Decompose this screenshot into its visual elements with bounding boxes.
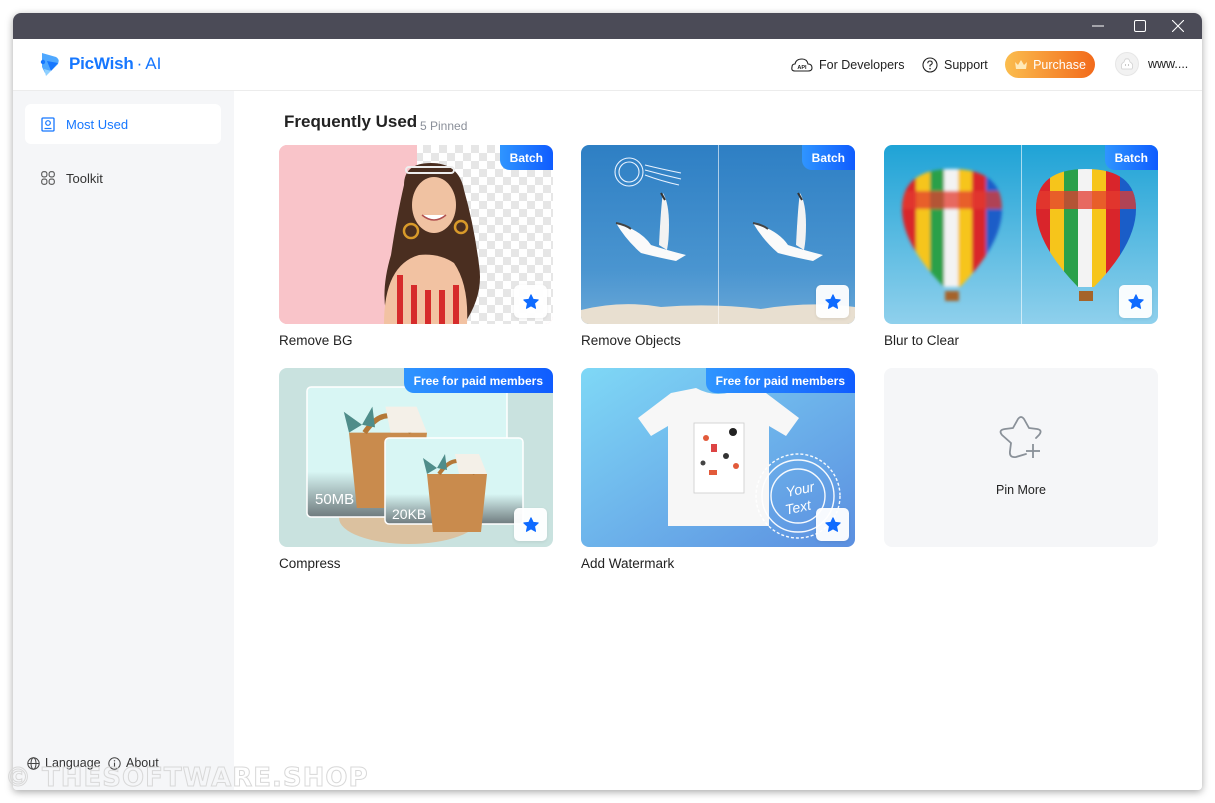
tool-card-remove-bg[interactable]: Batch [279,145,553,324]
sidebar-item-most-used[interactable]: Most Used [25,104,221,144]
compare-divider [718,145,719,324]
section-title: Frequently Used [284,112,418,131]
add-watermark-preview-image: Your Text [581,368,855,547]
unpin-button[interactable] [514,285,547,318]
api-cloud-icon: API [791,58,813,72]
purchase-button[interactable]: Purchase [1005,51,1095,78]
batch-badge: Batch [1104,145,1158,170]
size-after-label: 20KB [392,506,427,522]
members-badge: Free for paid members [705,368,855,393]
maximize-button[interactable] [1121,13,1159,39]
user-account[interactable]: www.... [1115,52,1188,76]
tool-card-compress[interactable]: 50MB 20KB Free for paid members [279,368,553,547]
grid-icon [41,171,55,185]
unpin-button[interactable] [816,285,849,318]
picwish-logo-icon [40,53,59,76]
pinned-count: 5 Pinned [420,119,468,133]
unpin-button[interactable] [816,508,849,541]
brand-separator: · [136,54,143,73]
support-link[interactable]: Support [922,39,988,91]
logo[interactable]: PicWish · AI [39,51,161,77]
compare-divider [1021,145,1022,324]
members-badge: Free for paid members [403,368,553,393]
batch-badge: Batch [499,145,553,170]
tool-card-label: Remove BG [279,333,353,348]
tool-card-add-watermark[interactable]: Your Text Free for paid members [581,368,855,547]
avatar [1115,52,1139,76]
support-label: Support [944,58,988,72]
brand-name: PicWish [69,54,134,73]
unpin-button[interactable] [514,508,547,541]
main-content: Frequently Used 5 Pinned Batch Remove BG… [234,91,1202,790]
sidebar: Most Used Toolkit Language About [13,91,234,790]
sidebar-item-label: Toolkit [66,170,103,186]
app-window: PicWish · AI API For Developers Support … [13,13,1202,790]
tool-card-label: Blur to Clear [884,333,960,348]
watermark-overlay: © THESOFTWARE.SHOP [5,763,369,794]
brand-suffix: AI [145,54,162,73]
close-icon [1172,20,1184,32]
star-filled-icon [522,293,539,309]
star-filled-icon [824,293,841,309]
app-header: PicWish · AI API For Developers Support … [13,39,1202,91]
remove-bg-preview-image [279,145,553,324]
size-before-label: 50MB [315,491,355,508]
avatar-mascot-icon [1120,58,1134,70]
minimize-icon [1092,25,1104,27]
tool-card-label: Add Watermark [581,556,675,571]
close-button[interactable] [1159,13,1197,39]
sidebar-item-toolkit[interactable]: Toolkit [25,158,221,198]
star-filled-icon [1127,293,1144,309]
tool-card-label: Compress [279,556,341,571]
question-circle-icon [922,57,938,73]
tool-card-label: Remove Objects [581,333,681,348]
svg-text:API: API [797,65,807,71]
user-name: www.... [1148,57,1189,71]
sidebar-item-label: Most Used [66,116,129,132]
minimize-button[interactable] [1079,13,1117,39]
star-plus-icon [999,416,1042,459]
title-bar[interactable] [13,13,1202,39]
pin-more-card[interactable]: Pin More [884,368,1158,547]
purchase-label: Purchase [1033,57,1086,72]
batch-badge: Batch [801,145,855,170]
star-filled-icon [522,516,539,532]
crown-icon [1015,60,1028,69]
star-filled-icon [824,516,841,532]
pin-more-label: Pin More [995,483,1047,497]
unpin-button[interactable] [1119,285,1152,318]
tool-card-blur-to-clear[interactable]: Batch [884,145,1158,324]
maximize-icon [1134,20,1146,32]
for-developers-label: For Developers [819,58,905,72]
for-developers-link[interactable]: API For Developers [791,39,904,91]
tool-card-remove-objects[interactable]: Batch [581,145,855,324]
badge-icon [41,116,55,132]
